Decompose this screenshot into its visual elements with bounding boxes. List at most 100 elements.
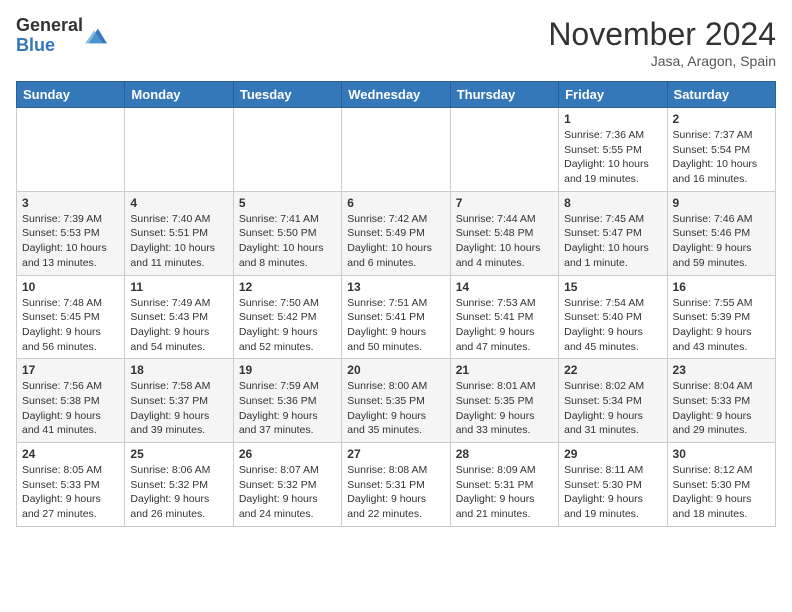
day-info: Sunrise: 7:37 AM Sunset: 5:54 PM Dayligh… xyxy=(673,128,770,187)
calendar-cell xyxy=(125,108,233,192)
calendar-cell: 4 Sunrise: 7:40 AM Sunset: 5:51 PM Daylig… xyxy=(125,191,233,275)
day-number: 26 xyxy=(239,447,336,461)
day-info: Sunrise: 7:36 AM Sunset: 5:55 PM Dayligh… xyxy=(564,128,661,187)
calendar-cell: 2 Sunrise: 7:37 AM Sunset: 5:54 PM Daylig… xyxy=(667,108,775,192)
calendar-cell: 26 Sunrise: 8:07 AM Sunset: 5:32 PM Dayli… xyxy=(233,443,341,527)
weekday-header-monday: Monday xyxy=(125,82,233,108)
day-number: 15 xyxy=(564,280,661,294)
day-info: Sunrise: 8:04 AM Sunset: 5:33 PM Dayligh… xyxy=(673,379,770,438)
day-number: 12 xyxy=(239,280,336,294)
calendar-cell: 14 Sunrise: 7:53 AM Sunset: 5:41 PM Dayli… xyxy=(450,275,558,359)
logo-icon xyxy=(85,25,107,47)
day-info: Sunrise: 8:02 AM Sunset: 5:34 PM Dayligh… xyxy=(564,379,661,438)
logo: General Blue xyxy=(16,16,107,56)
calendar-cell: 22Sunrise: 8:02 AM Sunset: 5:34 PM Dayli… xyxy=(559,359,667,443)
calendar-cell xyxy=(233,108,341,192)
calendar-table: SundayMondayTuesdayWednesdayThursdayFrid… xyxy=(16,81,776,527)
day-info: Sunrise: 8:01 AM Sunset: 5:35 PM Dayligh… xyxy=(456,379,553,438)
calendar-cell: 12 Sunrise: 7:50 AM Sunset: 5:42 PM Dayli… xyxy=(233,275,341,359)
day-number: 29 xyxy=(564,447,661,461)
day-number: 25 xyxy=(130,447,227,461)
calendar-cell: 3Sunrise: 7:39 AM Sunset: 5:53 PM Daylig… xyxy=(17,191,125,275)
weekday-header-wednesday: Wednesday xyxy=(342,82,450,108)
calendar-cell: 23 Sunrise: 8:04 AM Sunset: 5:33 PM Dayli… xyxy=(667,359,775,443)
calendar-week-row: 24 Sunrise: 8:05 AM Sunset: 5:33 PM Dayli… xyxy=(17,443,776,527)
day-info: Sunrise: 8:07 AM Sunset: 5:32 PM Dayligh… xyxy=(239,463,336,522)
day-number: 21 xyxy=(456,363,553,377)
weekday-header-thursday: Thursday xyxy=(450,82,558,108)
month-title: November 2024 xyxy=(548,16,776,53)
day-number: 8 xyxy=(564,196,661,210)
day-info: Sunrise: 8:11 AM Sunset: 5:30 PM Dayligh… xyxy=(564,463,661,522)
day-number: 17 xyxy=(22,363,119,377)
calendar-cell: 17 Sunrise: 7:56 AM Sunset: 5:38 PM Dayli… xyxy=(17,359,125,443)
title-block: November 2024 Jasa, Aragon, Spain xyxy=(548,16,776,69)
calendar-cell xyxy=(17,108,125,192)
calendar-cell: 21 Sunrise: 8:01 AM Sunset: 5:35 PM Dayli… xyxy=(450,359,558,443)
calendar-cell: 29 Sunrise: 8:11 AM Sunset: 5:30 PM Dayli… xyxy=(559,443,667,527)
calendar-week-row: 3Sunrise: 7:39 AM Sunset: 5:53 PM Daylig… xyxy=(17,191,776,275)
location: Jasa, Aragon, Spain xyxy=(548,53,776,69)
day-number: 4 xyxy=(130,196,227,210)
calendar-cell: 19Sunrise: 7:59 AM Sunset: 5:36 PM Dayli… xyxy=(233,359,341,443)
calendar-cell: 9Sunrise: 7:46 AM Sunset: 5:46 PM Daylig… xyxy=(667,191,775,275)
day-number: 28 xyxy=(456,447,553,461)
calendar-cell: 1 Sunrise: 7:36 AM Sunset: 5:55 PM Daylig… xyxy=(559,108,667,192)
day-number: 14 xyxy=(456,280,553,294)
calendar-cell: 18Sunrise: 7:58 AM Sunset: 5:37 PM Dayli… xyxy=(125,359,233,443)
day-info: Sunrise: 7:42 AM Sunset: 5:49 PM Dayligh… xyxy=(347,212,444,271)
calendar-cell: 11Sunrise: 7:49 AM Sunset: 5:43 PM Dayli… xyxy=(125,275,233,359)
weekday-header-tuesday: Tuesday xyxy=(233,82,341,108)
calendar-cell: 6 Sunrise: 7:42 AM Sunset: 5:49 PM Daylig… xyxy=(342,191,450,275)
day-number: 9 xyxy=(673,196,770,210)
logo-blue: Blue xyxy=(16,35,55,55)
day-info: Sunrise: 8:06 AM Sunset: 5:32 PM Dayligh… xyxy=(130,463,227,522)
calendar-cell: 10 Sunrise: 7:48 AM Sunset: 5:45 PM Dayli… xyxy=(17,275,125,359)
day-info: Sunrise: 8:08 AM Sunset: 5:31 PM Dayligh… xyxy=(347,463,444,522)
calendar-cell: 25 Sunrise: 8:06 AM Sunset: 5:32 PM Dayli… xyxy=(125,443,233,527)
calendar-cell: 8 Sunrise: 7:45 AM Sunset: 5:47 PM Daylig… xyxy=(559,191,667,275)
day-number: 5 xyxy=(239,196,336,210)
day-info: Sunrise: 7:40 AM Sunset: 5:51 PM Dayligh… xyxy=(130,212,227,271)
calendar-cell: 27 Sunrise: 8:08 AM Sunset: 5:31 PM Dayli… xyxy=(342,443,450,527)
day-number: 13 xyxy=(347,280,444,294)
calendar-cell: 15Sunrise: 7:54 AM Sunset: 5:40 PM Dayli… xyxy=(559,275,667,359)
day-number: 24 xyxy=(22,447,119,461)
day-info: Sunrise: 7:53 AM Sunset: 5:41 PM Dayligh… xyxy=(456,296,553,355)
day-number: 30 xyxy=(673,447,770,461)
day-number: 20 xyxy=(347,363,444,377)
day-number: 23 xyxy=(673,363,770,377)
calendar-week-row: 17 Sunrise: 7:56 AM Sunset: 5:38 PM Dayli… xyxy=(17,359,776,443)
weekday-header-saturday: Saturday xyxy=(667,82,775,108)
calendar-cell xyxy=(342,108,450,192)
calendar-week-row: 10 Sunrise: 7:48 AM Sunset: 5:45 PM Dayli… xyxy=(17,275,776,359)
day-info: Sunrise: 7:51 AM Sunset: 5:41 PM Dayligh… xyxy=(347,296,444,355)
calendar-cell xyxy=(450,108,558,192)
weekday-header-sunday: Sunday xyxy=(17,82,125,108)
calendar-cell: 16Sunrise: 7:55 AM Sunset: 5:39 PM Dayli… xyxy=(667,275,775,359)
day-info: Sunrise: 8:05 AM Sunset: 5:33 PM Dayligh… xyxy=(22,463,119,522)
calendar-cell: 28Sunrise: 8:09 AM Sunset: 5:31 PM Dayli… xyxy=(450,443,558,527)
day-number: 7 xyxy=(456,196,553,210)
day-info: Sunrise: 7:45 AM Sunset: 5:47 PM Dayligh… xyxy=(564,212,661,271)
calendar-cell: 5 Sunrise: 7:41 AM Sunset: 5:50 PM Daylig… xyxy=(233,191,341,275)
day-info: Sunrise: 7:39 AM Sunset: 5:53 PM Dayligh… xyxy=(22,212,119,271)
weekday-header-row: SundayMondayTuesdayWednesdayThursdayFrid… xyxy=(17,82,776,108)
day-info: Sunrise: 8:12 AM Sunset: 5:30 PM Dayligh… xyxy=(673,463,770,522)
day-number: 18 xyxy=(130,363,227,377)
day-number: 6 xyxy=(347,196,444,210)
day-number: 1 xyxy=(564,112,661,126)
day-number: 2 xyxy=(673,112,770,126)
day-info: Sunrise: 7:56 AM Sunset: 5:38 PM Dayligh… xyxy=(22,379,119,438)
day-info: Sunrise: 7:59 AM Sunset: 5:36 PM Dayligh… xyxy=(239,379,336,438)
day-info: Sunrise: 7:48 AM Sunset: 5:45 PM Dayligh… xyxy=(22,296,119,355)
weekday-header-friday: Friday xyxy=(559,82,667,108)
day-info: Sunrise: 7:49 AM Sunset: 5:43 PM Dayligh… xyxy=(130,296,227,355)
day-info: Sunrise: 7:41 AM Sunset: 5:50 PM Dayligh… xyxy=(239,212,336,271)
calendar-cell: 20Sunrise: 8:00 AM Sunset: 5:35 PM Dayli… xyxy=(342,359,450,443)
day-info: Sunrise: 7:55 AM Sunset: 5:39 PM Dayligh… xyxy=(673,296,770,355)
day-number: 27 xyxy=(347,447,444,461)
calendar-cell: 24 Sunrise: 8:05 AM Sunset: 5:33 PM Dayli… xyxy=(17,443,125,527)
day-number: 10 xyxy=(22,280,119,294)
day-info: Sunrise: 7:50 AM Sunset: 5:42 PM Dayligh… xyxy=(239,296,336,355)
